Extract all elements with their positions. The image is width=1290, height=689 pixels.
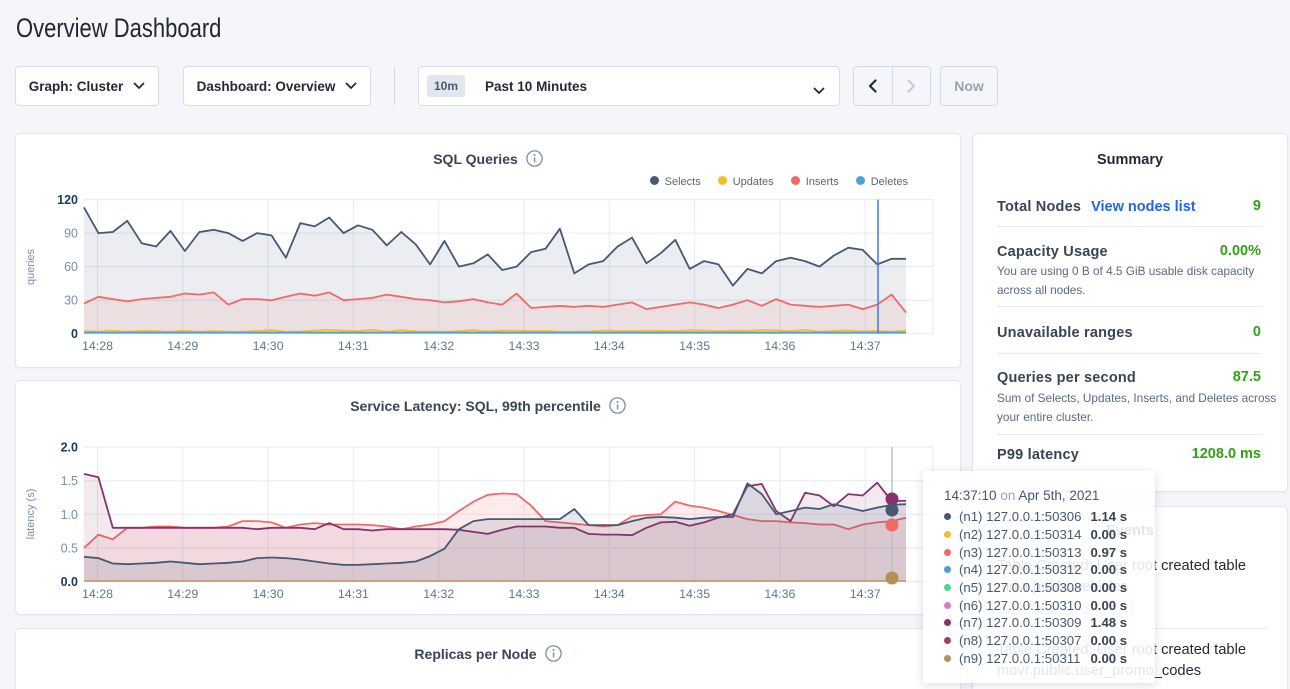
svg-text:2.0: 2.0 <box>61 441 78 455</box>
svg-text:14:37: 14:37 <box>850 339 881 353</box>
svg-text:14:36: 14:36 <box>764 587 795 601</box>
svg-text:0.0: 0.0 <box>61 575 78 589</box>
svg-text:14:33: 14:33 <box>508 587 539 601</box>
svg-text:14:35: 14:35 <box>679 587 710 601</box>
svg-text:1.0: 1.0 <box>61 508 78 522</box>
svg-text:14:35: 14:35 <box>679 339 710 353</box>
svg-text:14:29: 14:29 <box>167 339 198 353</box>
svg-text:14:37: 14:37 <box>850 587 881 601</box>
svg-text:14:32: 14:32 <box>423 339 454 353</box>
svg-text:0.5: 0.5 <box>61 542 78 556</box>
svg-text:14:30: 14:30 <box>253 587 284 601</box>
svg-text:14:33: 14:33 <box>508 339 539 353</box>
svg-text:120: 120 <box>57 193 78 207</box>
svg-text:14:34: 14:34 <box>594 587 625 601</box>
svg-text:90: 90 <box>64 227 78 241</box>
svg-text:60: 60 <box>64 260 78 274</box>
svg-text:0: 0 <box>71 327 78 341</box>
svg-text:14:28: 14:28 <box>82 339 113 353</box>
svg-text:14:36: 14:36 <box>764 339 795 353</box>
svg-text:14:31: 14:31 <box>338 587 369 601</box>
svg-text:queries: queries <box>25 248 37 285</box>
svg-text:14:31: 14:31 <box>338 339 369 353</box>
svg-text:14:34: 14:34 <box>594 339 625 353</box>
svg-text:30: 30 <box>64 294 78 308</box>
svg-text:14:28: 14:28 <box>82 587 113 601</box>
svg-text:14:29: 14:29 <box>167 587 198 601</box>
svg-text:14:32: 14:32 <box>423 587 454 601</box>
svg-text:1.5: 1.5 <box>61 474 78 488</box>
svg-text:latency (s): latency (s) <box>25 489 37 540</box>
svg-text:14:30: 14:30 <box>253 339 284 353</box>
